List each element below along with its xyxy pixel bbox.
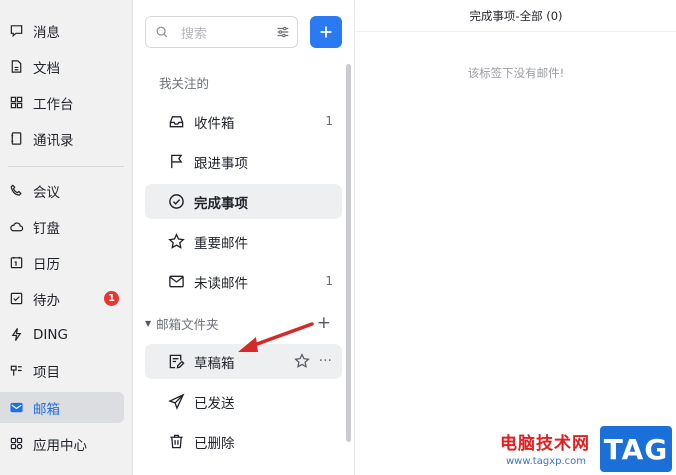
folder-count: 1 bbox=[325, 274, 333, 288]
section-label-favorites: 我关注的 bbox=[159, 76, 210, 91]
plus-icon bbox=[320, 26, 332, 38]
folder-deleted[interactable]: 已删除 bbox=[145, 424, 342, 459]
document-icon bbox=[8, 58, 25, 75]
folder-label: 跟进事项 bbox=[194, 155, 248, 172]
nav-label: 邮箱 bbox=[33, 401, 60, 418]
phone-icon bbox=[8, 182, 25, 199]
search-input[interactable]: 搜索 bbox=[145, 16, 298, 48]
nav-item-workbench[interactable]: 工作台 bbox=[0, 87, 124, 118]
nav-label: 通讯录 bbox=[33, 132, 74, 149]
apps-icon bbox=[8, 435, 25, 452]
watermark-url: www.tagxp.com bbox=[506, 456, 586, 467]
mailbox-folders-group[interactable]: ▼ 邮箱文件夹 + bbox=[145, 313, 342, 333]
mail-folder-panel: 搜索 我关注的 收件箱 1 跟进事项 完成事项 重要邮件 未读邮件 1 ▼ 邮箱… bbox=[134, 0, 355, 475]
folder-completed[interactable]: 完成事项 bbox=[145, 184, 342, 219]
contacts-icon bbox=[8, 130, 25, 147]
nav-item-projects[interactable]: 项目 bbox=[0, 355, 124, 386]
draft-edit-icon bbox=[166, 352, 186, 372]
nav-label: 工作台 bbox=[33, 96, 74, 113]
lightning-icon bbox=[8, 326, 25, 343]
nav-label: 项目 bbox=[33, 364, 60, 381]
folder-sent[interactable]: 已发送 bbox=[145, 384, 342, 419]
folder-count: 1 bbox=[325, 114, 333, 128]
unread-badge: 1 bbox=[104, 291, 119, 306]
envelope-icon bbox=[166, 272, 186, 292]
watermark-site-name: 电脑技术网 bbox=[500, 434, 590, 454]
nav-divider bbox=[8, 166, 124, 167]
nav-label: 钉盘 bbox=[33, 220, 60, 237]
workbench-icon bbox=[8, 94, 25, 111]
nav-label: 应用中心 bbox=[33, 437, 87, 454]
search-icon bbox=[155, 25, 169, 39]
send-icon bbox=[166, 392, 186, 412]
nav-label: 消息 bbox=[33, 24, 60, 41]
star-icon bbox=[166, 232, 186, 252]
cloud-icon bbox=[8, 218, 25, 235]
caret-down-icon[interactable]: ▼ bbox=[145, 319, 151, 328]
folder-unread[interactable]: 未读邮件 1 bbox=[145, 264, 342, 299]
nav-item-ding[interactable]: DING bbox=[0, 319, 124, 350]
compose-button[interactable] bbox=[310, 16, 342, 48]
star-outline-icon[interactable] bbox=[293, 353, 310, 369]
nav-item-app-center[interactable]: 应用中心 bbox=[0, 428, 124, 459]
watermark: 电脑技术网 www.tagxp.com TAG bbox=[496, 424, 676, 475]
folder-label: 草稿箱 bbox=[194, 355, 235, 372]
nav-label: DING bbox=[33, 326, 68, 343]
mail-icon bbox=[8, 399, 25, 416]
empty-state-message: 该标签下没有邮件! bbox=[467, 66, 565, 80]
folder-label: 未读邮件 bbox=[194, 275, 248, 292]
folder-important[interactable]: 重要邮件 bbox=[145, 224, 342, 259]
scrollbar[interactable] bbox=[346, 64, 351, 442]
message-icon bbox=[8, 22, 25, 39]
nav-label: 日历 bbox=[33, 256, 60, 273]
nav-item-drive[interactable]: 钉盘 bbox=[0, 211, 124, 242]
add-folder-button[interactable]: + bbox=[317, 313, 331, 333]
folder-label: 收件箱 bbox=[194, 115, 235, 132]
search-placeholder: 搜索 bbox=[181, 26, 208, 42]
folder-label: 已发送 bbox=[194, 395, 235, 412]
inbox-icon bbox=[166, 112, 186, 132]
more-options-icon[interactable]: ··· bbox=[319, 353, 332, 369]
trash-icon bbox=[166, 432, 186, 452]
nav-item-messages[interactable]: 消息 bbox=[0, 15, 124, 46]
group-label: 邮箱文件夹 bbox=[156, 316, 219, 332]
project-icon bbox=[8, 362, 25, 379]
folder-inbox[interactable]: 收件箱 1 bbox=[145, 104, 342, 139]
nav-label: 待办 bbox=[33, 292, 60, 309]
folder-follow-up[interactable]: 跟进事项 bbox=[145, 144, 342, 179]
page-title: 完成事项-全部 (0) bbox=[356, 0, 676, 32]
calendar-icon bbox=[8, 254, 25, 271]
nav-item-todo[interactable]: 待办 1 bbox=[0, 283, 124, 314]
nav-item-documents[interactable]: 文档 bbox=[0, 51, 124, 82]
nav-item-mail[interactable]: 邮箱 bbox=[0, 392, 124, 423]
nav-item-calendar[interactable]: 日历 bbox=[0, 247, 124, 278]
folder-label: 重要邮件 bbox=[194, 235, 248, 252]
folder-label: 已删除 bbox=[194, 435, 235, 452]
nav-item-meeting[interactable]: 会议 bbox=[0, 175, 124, 206]
flag-icon bbox=[166, 152, 186, 172]
left-navigation: 消息 文档 工作台 通讯录 会议 钉盘 日历 待办 1 DING 项目 邮箱 应… bbox=[0, 0, 133, 475]
todo-check-icon bbox=[8, 290, 25, 307]
folder-drafts[interactable]: 草稿箱 ··· bbox=[145, 344, 342, 379]
filter-settings-icon[interactable] bbox=[276, 25, 290, 39]
nav-item-contacts[interactable]: 通讯录 bbox=[0, 123, 124, 154]
folder-actions: ··· bbox=[293, 353, 332, 369]
watermark-tag-logo: TAG bbox=[600, 426, 672, 472]
check-circle-icon bbox=[166, 192, 186, 212]
folder-label: 完成事项 bbox=[194, 195, 248, 212]
nav-label: 会议 bbox=[33, 184, 60, 201]
nav-label: 文档 bbox=[33, 60, 60, 77]
mail-list-panel: 完成事项-全部 (0) 该标签下没有邮件! bbox=[356, 0, 676, 475]
